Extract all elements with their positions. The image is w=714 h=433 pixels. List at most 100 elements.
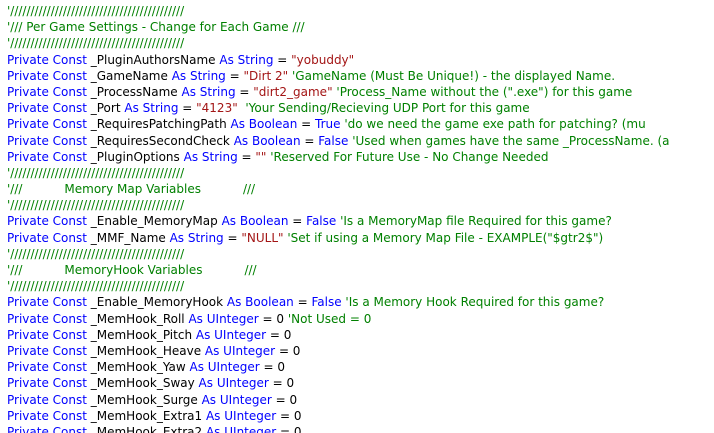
identifier-token: _PluginOptions (90, 149, 184, 164)
keyword-token: Private Const (7, 311, 91, 326)
keyword-token: As String (183, 149, 238, 164)
comment-token: 'GameName (Must Be Unique!) - the displa… (288, 68, 616, 83)
code-line[interactable]: Private Const _MemHook_Sway As UInteger … (0, 375, 714, 391)
identifier-token: = 0 (276, 408, 302, 423)
keyword-token: False (311, 295, 342, 310)
keyword-token: As String (124, 101, 179, 116)
code-line[interactable]: '///////////////////////////////////////… (0, 3, 714, 19)
code-line[interactable]: '///////////////////////////////////////… (0, 197, 714, 213)
identifier-token: = (300, 133, 319, 148)
code-line[interactable]: Private Const _RequiresPatchingPath As B… (0, 116, 714, 132)
keyword-token: Private Const (7, 214, 91, 229)
keyword-token: False (318, 133, 349, 148)
code-line[interactable]: '///////////////////////////////////////… (0, 165, 714, 181)
comment-token: '///////////////////////////////////////… (7, 246, 185, 261)
keyword-token: Private Const (7, 101, 91, 116)
identifier-token: _Enable_MemoryMap (90, 214, 222, 229)
keyword-token: As UInteger (195, 327, 267, 342)
identifier-token: _MemHook_Extra1 (90, 408, 206, 423)
comment-token: 'Reserved For Future Use - No Change Nee… (266, 149, 549, 164)
code-line[interactable]: '///////////////////////////////////////… (0, 278, 714, 294)
comment-token: '///////////////////////////////////////… (7, 4, 185, 18)
code-line[interactable]: '/// Memory Map Variables /// (0, 181, 714, 197)
keyword-token: Private Const (7, 68, 91, 83)
keyword-token: Private Const (7, 84, 91, 99)
code-editor[interactable]: '///////////////////////////////////////… (0, 0, 714, 433)
code-line[interactable]: Private Const _Enable_MemoryMap As Boole… (0, 213, 714, 229)
keyword-token: Private Const (7, 376, 91, 391)
identifier-token: _PluginAuthorsName (90, 52, 220, 67)
code-line[interactable]: Private Const _MemHook_Yaw As UInteger =… (0, 359, 714, 375)
identifier-token: _MemHook_Heave (90, 343, 205, 358)
identifier-token: = (223, 230, 242, 245)
code-line[interactable]: Private Const _MemHook_Pitch As UInteger… (0, 327, 714, 343)
keyword-token: Private Const (7, 327, 91, 342)
code-line[interactable]: '/// Per Game Settings - Change for Each… (0, 19, 714, 35)
code-line[interactable]: Private Const _PluginAuthorsName As Stri… (0, 52, 714, 68)
string-token: "yobuddy" (291, 52, 355, 67)
identifier-token: = 0 (276, 424, 302, 433)
identifier-token: = 0 (268, 376, 295, 391)
keyword-token: Private Const (7, 230, 91, 245)
code-line[interactable]: '///////////////////////////////////////… (0, 35, 714, 51)
keyword-token: Private Const (7, 360, 91, 375)
identifier-token: = (288, 214, 307, 229)
code-line[interactable]: Private Const _ProcessName As String = "… (0, 84, 714, 100)
identifier-token: _MemHook_Pitch (90, 327, 196, 342)
comment-token: 'Process_Name without the (".exe") for t… (332, 84, 633, 99)
identifier-token: _RequiresSecondCheck (90, 133, 234, 148)
identifier-token: _Enable_MemoryHook (90, 295, 227, 310)
identifier-token: = (237, 149, 256, 164)
comment-token: 'Set if using a Memory Map File - EXAMPL… (283, 230, 604, 245)
comment-token: 'do we need the game exe path for patchi… (340, 117, 646, 132)
code-line[interactable]: Private Const _Port As String = "4123" '… (0, 100, 714, 116)
identifier-token: _ProcessName (90, 84, 182, 99)
code-line[interactable]: Private Const _MemHook_Roll As UInteger … (0, 311, 714, 327)
comment-token: 'Not Used = 0 (287, 311, 372, 326)
identifier-token: = 0 (266, 327, 292, 342)
identifier-token: = (293, 295, 312, 310)
identifier-token: _MemHook_Sway (90, 376, 199, 391)
comment-token: '///////////////////////////////////////… (7, 165, 185, 180)
keyword-token: As UInteger (188, 311, 259, 326)
code-line[interactable]: Private Const _MemHook_Extra2 As UIntege… (0, 424, 714, 433)
string-token: "" (255, 149, 267, 164)
identifier-token: _MemHook_Surge (90, 392, 202, 407)
identifier-token: _MMF_Name (90, 230, 170, 245)
keyword-token: As String (219, 52, 274, 67)
identifier-token: = (297, 117, 316, 132)
code-line[interactable]: Private Const _RequiresSecondCheck As Bo… (0, 133, 714, 149)
code-line[interactable]: Private Const _MemHook_Extra1 As UIntege… (0, 408, 714, 424)
identifier-token: _RequiresPatchingPath (90, 117, 231, 132)
code-line[interactable]: Private Const _GameName As String = "Dir… (0, 68, 714, 84)
keyword-token: As String (169, 230, 224, 245)
keyword-token: As Boolean (226, 295, 294, 310)
keyword-token: Private Const (7, 117, 91, 132)
comment-token: '/// Per Game Settings - Change for Each… (7, 20, 305, 35)
code-line[interactable]: Private Const _Enable_MemoryHook As Bool… (0, 294, 714, 310)
string-token: "dirt2_game" (253, 84, 333, 99)
identifier-token: _MemHook_Roll (90, 311, 189, 326)
code-line[interactable]: '/// MemoryHook Variables /// (0, 262, 714, 278)
keyword-token: Private Const (7, 149, 91, 164)
comment-token: '///////////////////////////////////////… (7, 198, 185, 213)
code-line[interactable]: Private Const _PluginOptions As String =… (0, 149, 714, 165)
keyword-token: Private Const (7, 343, 91, 358)
keyword-token: As Boolean (233, 133, 301, 148)
code-line[interactable]: Private Const _MMF_Name As String = "NUL… (0, 230, 714, 246)
string-token: "NULL" (241, 230, 284, 245)
keyword-token: Private Const (7, 52, 91, 67)
keyword-token: As Boolean (221, 214, 289, 229)
keyword-token: Private Const (7, 408, 91, 423)
keyword-token: As UInteger (204, 343, 276, 358)
code-line[interactable]: Private Const _MemHook_Surge As UInteger… (0, 392, 714, 408)
comment-token: 'Your Sending/Recieving UDP Port for thi… (237, 101, 530, 116)
keyword-token: As String (171, 68, 226, 83)
code-line[interactable]: Private Const _MemHook_Heave As UInteger… (0, 343, 714, 359)
code-line[interactable]: '///////////////////////////////////////… (0, 246, 714, 262)
keyword-token: As UInteger (189, 360, 260, 375)
string-token: "4123" (196, 101, 238, 116)
identifier-token: _GameName (90, 68, 172, 83)
identifier-token: = (235, 84, 254, 99)
identifier-token: = 0 (258, 311, 288, 326)
